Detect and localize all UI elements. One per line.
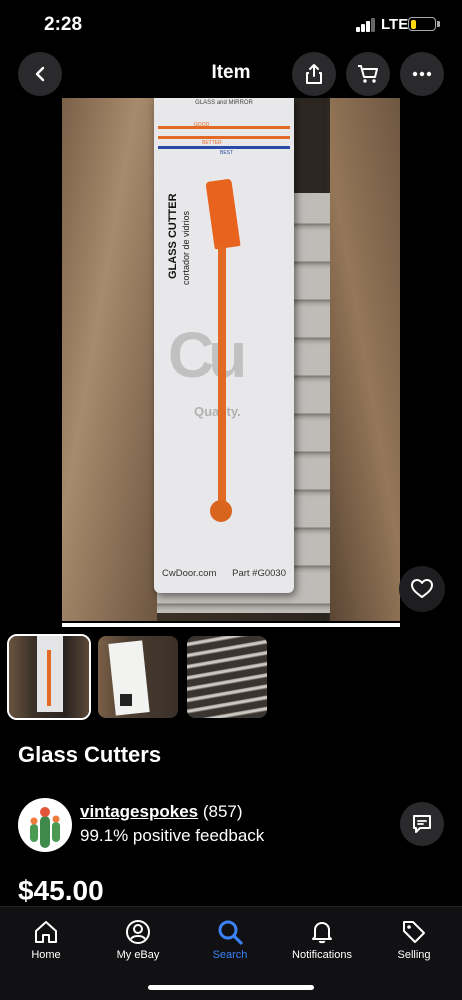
heart-icon: [411, 579, 433, 598]
box-flap-right: [330, 98, 400, 621]
cart-icon: [358, 65, 378, 83]
more-button[interactable]: [400, 52, 444, 96]
tab-selling[interactable]: Selling: [368, 913, 460, 973]
tab-my-ebay[interactable]: My eBay: [92, 913, 184, 973]
card-brand: GLASS CUTTER: [167, 193, 179, 279]
thumbnail-1[interactable]: [7, 634, 91, 720]
card-subtitle: cortador de vidrios: [181, 210, 191, 285]
card-stripe: [158, 126, 290, 129]
card-part: Part #G0030: [232, 568, 286, 579]
thumbnail-2[interactable]: [98, 636, 178, 718]
message-icon: [413, 815, 431, 833]
seller-username[interactable]: vintagespokes: [80, 802, 198, 821]
more-icon: [412, 71, 432, 77]
box-flap-left: [62, 98, 157, 621]
seller-feedback: 99.1% positive feedback: [80, 826, 265, 845]
home-indicator[interactable]: [148, 985, 314, 990]
card-stripe: [158, 146, 290, 149]
bell-icon: [312, 922, 332, 944]
product-photo[interactable]: GLASS and MIRROR GOOD BETTER BEST GLASS …: [62, 98, 400, 621]
cactus-icon: [30, 807, 60, 848]
share-icon: [306, 64, 322, 84]
network-label: LTE: [381, 16, 409, 33]
share-button[interactable]: [292, 52, 336, 96]
nav-bar: Item: [0, 50, 462, 98]
tab-label: Selling: [397, 949, 431, 961]
home-icon: [35, 921, 57, 943]
seller-avatar[interactable]: [18, 798, 72, 852]
battery-icon: [408, 17, 436, 31]
seller-info[interactable]: vintagespokes (857) 99.1% positive feedb…: [18, 798, 448, 858]
tab-search[interactable]: Search: [184, 913, 276, 973]
message-seller-button[interactable]: [400, 802, 444, 846]
tag-icon: [403, 921, 425, 943]
tier-good: GOOD: [194, 122, 210, 128]
user-icon: [126, 920, 150, 944]
tab-home[interactable]: Home: [0, 913, 92, 973]
tab-label: Notifications: [292, 949, 352, 961]
tier-better: BETTER: [202, 140, 222, 146]
cutter-head: [205, 178, 241, 250]
seller-rating-count: (857): [202, 802, 243, 821]
status-time: 2:28: [44, 14, 83, 35]
item-price: $45.00: [18, 875, 104, 906]
cutter-ball: [210, 500, 232, 522]
card-site: CwDoor.com: [162, 568, 217, 579]
thumbnail-strip: [7, 634, 453, 720]
tab-label: Search: [212, 949, 248, 961]
gallery-progress: [62, 623, 400, 627]
card-stripe: [158, 136, 290, 139]
image-gallery[interactable]: GLASS and MIRROR GOOD BETTER BEST GLASS …: [0, 98, 462, 628]
tier-best: BEST: [220, 150, 234, 156]
seller-name: vintagespokes (857): [80, 802, 243, 822]
watch-button[interactable]: [399, 566, 445, 612]
signal-icon: [356, 18, 376, 32]
product-card: GLASS and MIRROR GOOD BETTER BEST GLASS …: [154, 98, 294, 593]
page-title: Item: [211, 62, 251, 83]
cutter-handle: [218, 246, 226, 508]
card-header: GLASS and MIRROR: [195, 100, 253, 106]
card-logo: Cu: [168, 319, 247, 391]
cart-button[interactable]: [346, 52, 390, 96]
item-title: Glass Cutters: [18, 742, 162, 767]
thumbnail-3[interactable]: [187, 636, 267, 718]
tab-label: My eBay: [116, 949, 160, 961]
tab-label: Home: [31, 949, 61, 961]
search-icon: [218, 920, 243, 945]
tab-notifications[interactable]: Notifications: [276, 913, 368, 973]
card-footer: CwDoor.com Part #G0030: [162, 568, 286, 579]
status-bar: 2:28 LTE: [0, 0, 462, 50]
battery-tip: [437, 21, 440, 27]
